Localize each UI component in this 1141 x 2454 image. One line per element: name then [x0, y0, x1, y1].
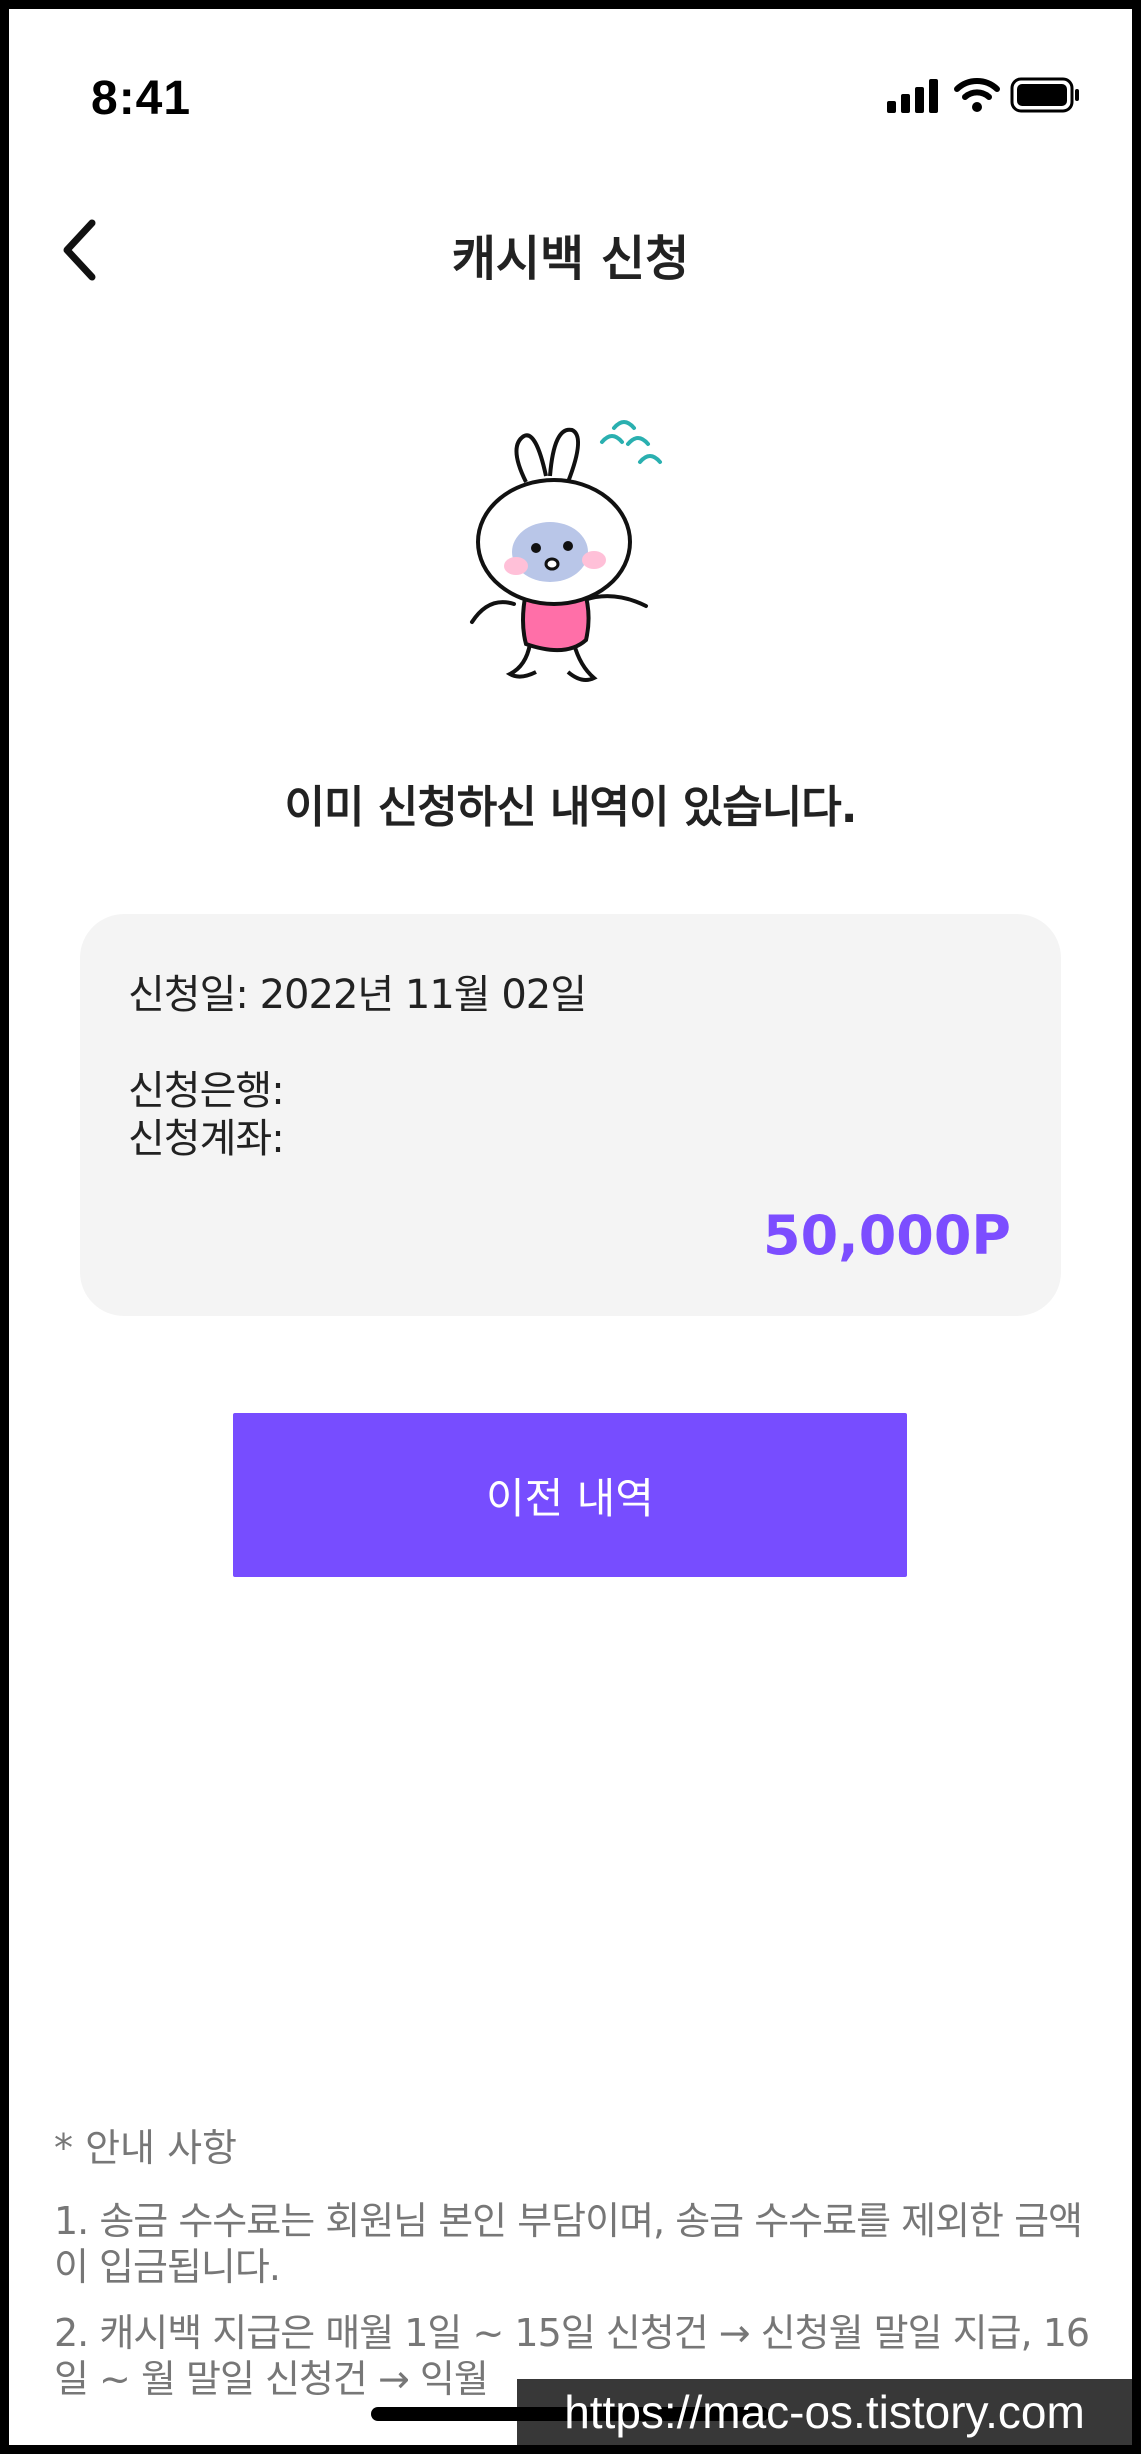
previous-history-button[interactable]: 이전 내역	[233, 1413, 907, 1577]
notice-title: * 안내 사항	[54, 2126, 237, 2170]
headline-message: 이미 신청하신 내역이 있습니다.	[284, 782, 858, 833]
signal-icon	[887, 79, 938, 113]
notice-section: * 안내 사항 1. 송금 수수료는 회원님 본인 부담이며, 송금 수수료를 …	[54, 2117, 1094, 2422]
bunny-sweating-illustration	[470, 420, 662, 682]
application-info-card: 신청일: 2022년 11월 02일 신청은행: 신청계좌: 50,000P	[80, 914, 1061, 1316]
page-title: 캐시백 신청	[451, 231, 690, 287]
status-time: 8:41	[91, 72, 192, 125]
application-date: 신청일: 2022년 11월 02일	[128, 972, 587, 1018]
navigation-bar: 캐시백 신청	[9, 189, 1132, 309]
application-account: 신청계좌:	[128, 1116, 285, 1162]
cashback-amount: 50,000P	[763, 1204, 1011, 1267]
notice-item: 1. 송금 수수료는 회원님 본인 부담이며, 송금 수수료를 제외한 금액이 …	[54, 2199, 1083, 2289]
battery-icon	[1010, 77, 1079, 113]
status-bar: 8:41	[9, 9, 1132, 159]
wifi-icon	[954, 78, 1000, 112]
app-screen: 8:41 캐시백 신청 이미 신청하신 내역이 있습니다. 신청일: 2022년…	[9, 9, 1132, 2445]
watermark: https://mac-os.tistory.com	[517, 2379, 1132, 2445]
